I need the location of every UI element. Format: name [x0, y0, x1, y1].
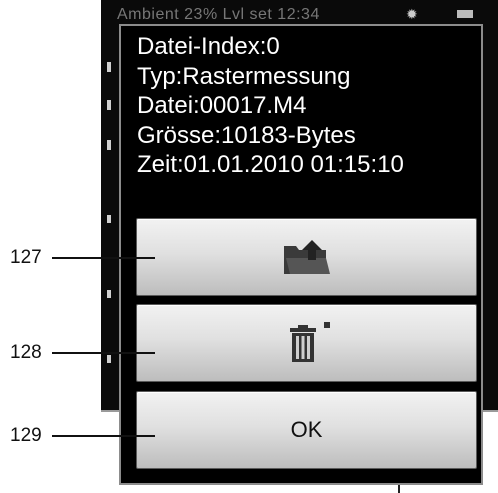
ok-button-label: OK [290, 417, 323, 442]
edge-marker [107, 140, 111, 150]
file-info: Datei-Index:0 Typ:Rastermessung Datei:00… [137, 32, 404, 180]
file-info-dialog: Datei-Index:0 Typ:Rastermessung Datei:00… [119, 24, 483, 485]
callout-line-127 [52, 257, 155, 259]
file-size-line: Grösse:10183-Bytes [137, 121, 356, 149]
export-button[interactable] [136, 218, 477, 296]
file-index-line: Datei-Index:0 [137, 33, 280, 60]
edge-marker [107, 215, 111, 223]
callout-129: 129 [10, 425, 42, 446]
callout-line-129 [52, 435, 155, 437]
callout-line-128 [52, 352, 155, 354]
edge-marker [107, 290, 111, 298]
status-bar-text: Ambient 23% Lvl set 12:34 [117, 6, 320, 23]
edge-marker [107, 355, 111, 363]
folder-export-icon [283, 240, 330, 274]
file-time-line: Zeit:01.01.2010 01:15:10 [137, 151, 404, 178]
callout-128: 128 [10, 342, 42, 363]
trash-icon [289, 322, 330, 362]
edge-marker [107, 100, 111, 110]
battery-icon [457, 10, 473, 18]
delete-button[interactable] [136, 304, 477, 382]
sun-icon: ✹ [406, 6, 418, 22]
callout-127: 127 [10, 247, 42, 268]
file-name-line: Datei:00017.M4 [137, 92, 307, 119]
ok-button[interactable]: OK [136, 391, 477, 469]
file-type-line: Typ:Rastermessung [137, 62, 351, 90]
edge-marker [107, 62, 111, 72]
